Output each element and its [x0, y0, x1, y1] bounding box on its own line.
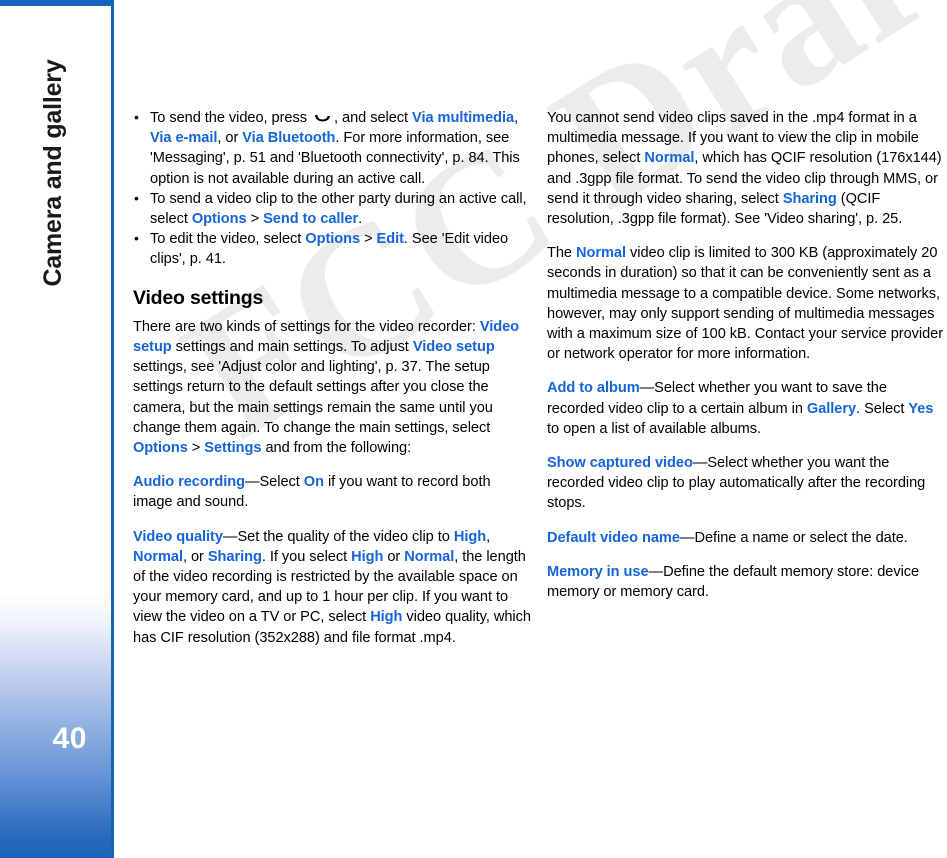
ui-term: Normal [404, 548, 455, 565]
ui-term: Add to album [547, 380, 640, 397]
para-show-captured-video: Show captured video—Select whether you w… [547, 455, 926, 512]
ui-term: Show captured video [547, 455, 693, 472]
ui-term: Via e-mail [150, 130, 218, 147]
ui-term: Via Bluetooth [242, 130, 336, 147]
para-video-quality: Video quality—Set the quality of the vid… [133, 528, 531, 646]
ui-term: Normal [133, 548, 183, 565]
para-default-video-name: Default video name—Define a name or sele… [547, 529, 908, 546]
bullet-edit-video: To edit the video, select Options > Edit… [133, 228, 531, 269]
para-audio-recording: Audio recording—Select On if you want to… [133, 474, 491, 511]
ui-term: Sharing [207, 548, 262, 565]
ui-term: Memory in use [547, 563, 649, 580]
bullet-send-to-caller: To send a video clip to the other party … [133, 188, 531, 229]
para-add-to-album: Add to album—Select whether you want to … [547, 380, 934, 437]
ui-term: Options [133, 440, 188, 457]
ui-term: Via multimedia [412, 110, 515, 126]
ui-term: Yes [908, 400, 934, 417]
paragraph-group-left: There are two kinds of settings for the … [133, 317, 531, 648]
ui-term: High [351, 548, 384, 565]
ui-term: Options [305, 231, 361, 248]
call-key-icon [314, 109, 331, 122]
ui-term: Video quality [133, 528, 223, 545]
paragraph-group-right: You cannot send video clips saved in the… [547, 108, 947, 602]
text-column-right: You cannot send video clips saved in the… [547, 108, 947, 616]
ui-term: Gallery [806, 400, 857, 417]
ui-term: Settings [204, 440, 262, 457]
para-mp4-not-in-mms: You cannot send video clips saved in the… [547, 110, 942, 228]
ui-term: Normal [576, 245, 626, 262]
para-normal-clip-limit: The Normal video clip is limited to 300 … [547, 245, 944, 363]
para-video-settings-intro: There are two kinds of settings for the … [133, 318, 520, 457]
ui-term: High [370, 609, 403, 626]
text-column-left: To send the video, press , and select Vi… [133, 107, 531, 662]
page-title: Video settings [133, 286, 264, 309]
ui-term: Sharing [782, 190, 837, 207]
ui-term: Normal [644, 150, 695, 167]
bullet-send-video: To send the video, press , and select Vi… [133, 107, 531, 189]
ui-term: High [453, 528, 487, 545]
page-content: To send the video, press , and select Vi… [0, 0, 947, 858]
ui-term: Send to caller [263, 211, 359, 228]
ui-term: Edit [376, 231, 404, 248]
bullet-list: To send the video, press , and select Vi… [133, 107, 531, 270]
para-memory-in-use: Memory in use—Define the default memory … [547, 563, 920, 601]
ui-term: Audio recording [133, 474, 245, 491]
ui-term: Video setup [412, 339, 495, 356]
ui-term: On [303, 474, 324, 491]
ui-term: Options [191, 211, 247, 228]
ui-term: Default video name [547, 529, 680, 546]
